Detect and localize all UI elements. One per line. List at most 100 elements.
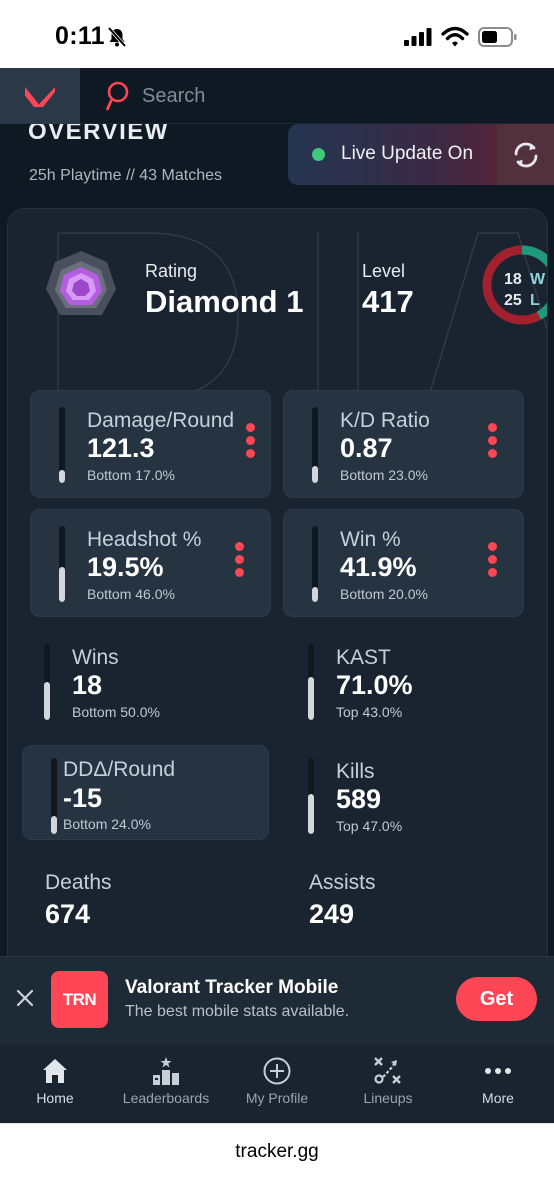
status-time: 0:11 xyxy=(55,22,105,50)
bottom-tab-bar: Home Leaderboards My Profile Lineups Mor… xyxy=(0,1044,554,1123)
percentile-bar-fill xyxy=(312,586,318,602)
promo-title: Valorant Tracker Mobile xyxy=(125,977,339,998)
level-value: 417 xyxy=(362,284,414,319)
stat-percentile: Top 47.0% xyxy=(336,818,403,834)
tab-lineups[interactable]: Lineups xyxy=(333,1044,443,1123)
overview-summary: 25h Playtime // 43 Matches xyxy=(29,167,222,184)
stat-value: 249 xyxy=(309,899,355,929)
close-icon[interactable] xyxy=(14,987,36,1009)
stat-value: 19.5% xyxy=(87,552,164,582)
tab-more[interactable]: More xyxy=(443,1044,553,1123)
url-text: tracker.gg xyxy=(235,1141,319,1162)
tab-label: Lineups xyxy=(363,1090,413,1106)
stat-damage-per-round[interactable]: Damage/Round 121.3 Bottom 17.0% xyxy=(30,390,271,498)
stat-value: 71.0% xyxy=(336,670,413,700)
stat-value: 18 xyxy=(72,670,103,700)
wins-count: 18 W xyxy=(504,271,546,288)
refresh-button[interactable] xyxy=(497,124,554,185)
refresh-icon xyxy=(514,142,537,167)
percentile-bar-fill xyxy=(308,676,314,720)
stat-label: Win % xyxy=(340,528,401,551)
stat-assists[interactable]: Assists 249 xyxy=(309,871,376,930)
stat-percentile: Top 43.0% xyxy=(336,704,403,720)
percentile-bar-fill xyxy=(44,682,50,720)
percentile-bar xyxy=(308,758,314,834)
get-app-button[interactable]: Get xyxy=(456,977,537,1021)
leaderboards-icon xyxy=(153,1057,179,1085)
home-icon xyxy=(43,1059,67,1083)
percentile-bar xyxy=(51,758,57,834)
percentile-bar-fill xyxy=(51,815,57,834)
more-icon xyxy=(485,1068,511,1074)
tab-my-profile[interactable]: My Profile xyxy=(222,1044,332,1123)
stat-win-percent[interactable]: Win % 41.9% Bottom 20.0% xyxy=(283,509,524,617)
battery-icon xyxy=(478,27,517,47)
stat-headshot-percent[interactable]: Headshot % 19.5% Bottom 46.0% xyxy=(30,509,271,617)
tab-leaderboards[interactable]: Leaderboards xyxy=(111,1044,221,1123)
status-bar: 0:11 xyxy=(0,0,554,68)
rating-value: Diamond 1 xyxy=(145,284,304,319)
stat-kd-ratio[interactable]: K/D Ratio 0.87 Bottom 23.0% xyxy=(283,390,524,498)
percentile-bar xyxy=(44,644,50,720)
top-nav xyxy=(0,68,554,124)
rating-label: Rating xyxy=(145,261,198,281)
stat-menu-icon[interactable] xyxy=(485,542,499,580)
losses-count: 25 L xyxy=(504,292,540,309)
stat-kills[interactable]: Kills 589 Top 47.0% xyxy=(280,742,530,850)
stat-percentile: Bottom 24.0% xyxy=(63,816,151,832)
stat-menu-icon[interactable] xyxy=(485,423,499,461)
search-bar[interactable] xyxy=(106,80,402,112)
cellular-signal-icon xyxy=(404,28,432,46)
browser-url-bar[interactable]: tracker.gg xyxy=(0,1123,554,1200)
app-promo-banner: TRN Valorant Tracker Mobile The best mob… xyxy=(0,956,554,1044)
stat-percentile: Bottom 20.0% xyxy=(340,586,428,602)
diamond-rank-icon xyxy=(46,251,116,315)
stat-label: Damage/Round xyxy=(87,409,235,432)
valorant-logo-icon xyxy=(25,87,55,107)
stat-percentile: Bottom 46.0% xyxy=(87,586,175,602)
tracker-app: OVERVIEW 25h Playtime // 43 Matches Live… xyxy=(0,68,554,1123)
bell-muted-icon xyxy=(107,26,127,48)
stat-label: KAST xyxy=(336,646,391,669)
lineups-icon xyxy=(374,1057,401,1084)
percentile-bar-fill xyxy=(308,793,314,834)
add-profile-icon xyxy=(263,1057,291,1085)
live-update-toggle[interactable]: Live Update On xyxy=(288,124,554,185)
stat-kast[interactable]: KAST 71.0% Top 43.0% xyxy=(280,628,530,736)
percentile-bar xyxy=(59,526,65,602)
stat-wins[interactable]: Wins 18 Bottom 50.0% xyxy=(16,628,266,736)
promo-subtitle: The best mobile stats available. xyxy=(125,1003,350,1020)
trn-logo: TRN xyxy=(51,971,108,1028)
stat-label: Headshot % xyxy=(87,528,202,551)
stat-percentile: Bottom 23.0% xyxy=(340,467,428,483)
stat-value: -15 xyxy=(63,783,103,813)
stat-label: DDΔ/Round xyxy=(63,758,176,781)
stat-value: 41.9% xyxy=(340,552,417,582)
percentile-bar-fill xyxy=(59,567,65,602)
stat-label: K/D Ratio xyxy=(340,409,430,432)
stat-value: 674 xyxy=(45,899,91,929)
percentile-bar xyxy=(308,644,314,720)
tab-label: More xyxy=(482,1090,514,1106)
stat-label: Assists xyxy=(309,871,376,894)
stat-label: Wins xyxy=(72,646,119,669)
stat-value: 0.87 xyxy=(340,433,393,463)
percentile-bar-fill xyxy=(59,470,65,483)
percentile-bar-fill xyxy=(312,465,318,483)
stat-damage-delta-per-round[interactable]: DDΔ/Round -15 Bottom 24.0% xyxy=(22,745,269,840)
percentile-bar xyxy=(312,526,318,602)
search-input[interactable] xyxy=(142,84,402,108)
percentile-bar xyxy=(59,407,65,483)
valorant-logo-button[interactable] xyxy=(0,68,80,124)
percentile-bar xyxy=(312,407,318,483)
stat-menu-icon[interactable] xyxy=(243,423,257,461)
stat-menu-icon[interactable] xyxy=(232,542,246,580)
live-status-dot xyxy=(312,148,325,161)
level-label: Level xyxy=(362,261,406,281)
tab-home[interactable]: Home xyxy=(0,1044,110,1123)
stat-label: Deaths xyxy=(45,871,112,894)
stat-deaths[interactable]: Deaths 674 xyxy=(45,871,112,930)
stat-percentile: Bottom 50.0% xyxy=(72,704,160,720)
wifi-icon xyxy=(441,26,469,47)
stat-label: Kills xyxy=(336,760,375,783)
